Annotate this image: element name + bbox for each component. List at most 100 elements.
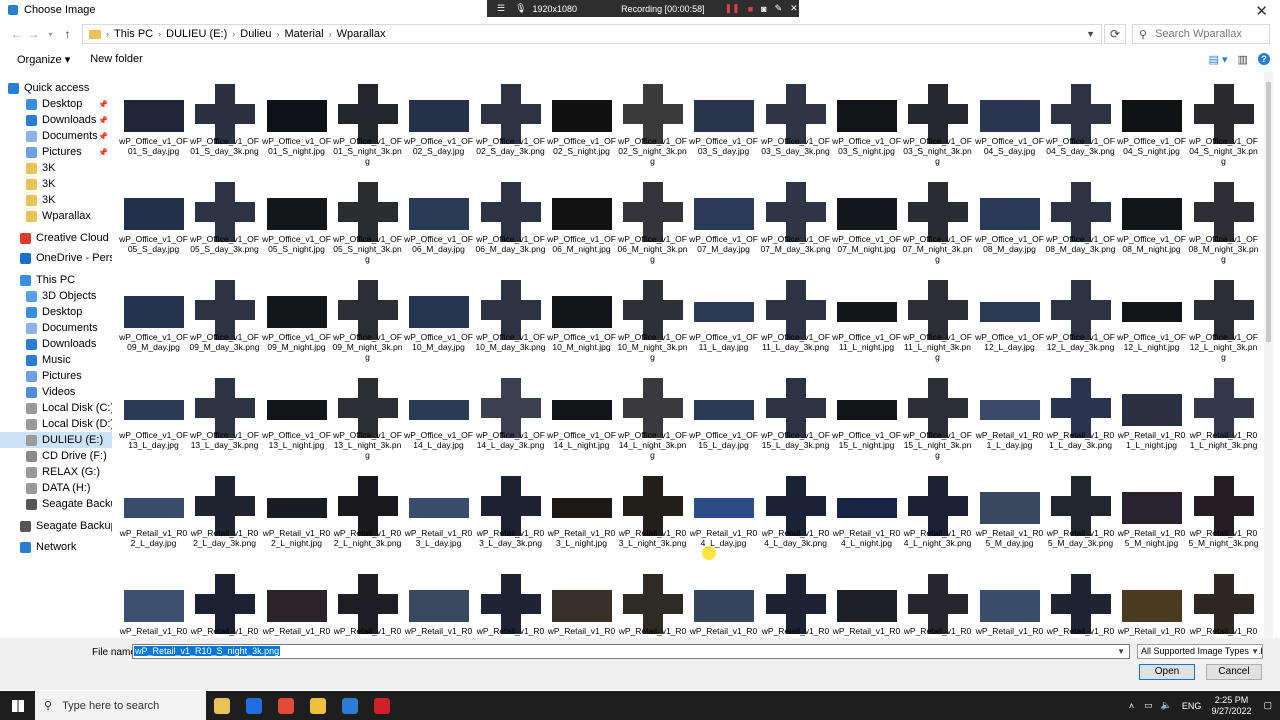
file-item[interactable]: wP_Office_v1_OF06_M_night_3k.png [617, 170, 688, 268]
file-item[interactable]: wP_Office_v1_OF11_L_night_3k.png [902, 268, 973, 366]
file-item[interactable]: wP_Office_v1_OF01_S_night.jpg [261, 72, 332, 170]
file-type-filter[interactable]: All Supported Image Types (*.bmp ▼ [1137, 644, 1263, 659]
microphone-icon[interactable]: 🎙 [515, 3, 526, 14]
up-arrow-icon[interactable]: ↑ [59, 27, 76, 41]
breadcrumb-dulieu-drive[interactable]: DULIEU (E:) [166, 28, 227, 40]
file-item[interactable]: wP_Retail_v1_R03_L_day.jpg [403, 464, 474, 562]
volume-icon[interactable]: 🔈 [1161, 700, 1172, 711]
pause-icon[interactable]: ❚❚ [725, 3, 740, 14]
file-item[interactable]: wP_Office_v1_OF12_L_night.jpg [1116, 268, 1187, 366]
file-item[interactable]: wP_Retail_v1_R07_M_day_3k.png [475, 562, 546, 638]
breadcrumb-material[interactable]: Material [284, 28, 323, 40]
file-item[interactable]: wP_Retail_v1_R08_S_day.jpg [688, 562, 759, 638]
file-item[interactable]: wP_Retail_v1_R01_L_day.jpg [974, 366, 1045, 464]
cancel-button[interactable]: Cancel [1206, 664, 1262, 680]
file-item[interactable]: wP_Office_v1_OF08_M_day.jpg [974, 170, 1045, 268]
file-item[interactable]: wP_Office_v1_OF07_M_night.jpg [831, 170, 902, 268]
file-item[interactable]: wP_Retail_v1_R02_L_day.jpg [118, 464, 189, 562]
taskbar-search[interactable]: ⚲ Type here to search [35, 691, 206, 720]
taskbar-app[interactable] [334, 691, 366, 720]
nav-item[interactable]: Creative Cloud Files [0, 230, 112, 246]
nav-item[interactable]: Desktop 📌 [0, 96, 112, 112]
file-name-input[interactable]: wP_Retail_v1_R10_S_night_3k.png ▼ [132, 644, 1130, 659]
recent-chevron-icon[interactable]: ▾ [42, 30, 59, 39]
nav-item[interactable]: 3K [0, 176, 112, 192]
file-item[interactable]: wP_Retail_v1_R08_S_day_3k.png [760, 562, 831, 638]
nav-item[interactable]: RELAX (G:) [0, 464, 112, 480]
nav-item[interactable]: Downloads [0, 336, 112, 352]
file-item[interactable]: wP_Retail_v1_R05_M_night_3k.png [1188, 464, 1259, 562]
taskbar-app[interactable] [238, 691, 270, 720]
nav-item[interactable]: Pictures [0, 368, 112, 384]
file-item[interactable]: wP_Office_v1_OF02_S_night_3k.png [617, 72, 688, 170]
address-dropdown-icon[interactable]: ▼ [1086, 29, 1095, 39]
file-item[interactable]: wP_Retail_v1_R05_M_night.jpg [1116, 464, 1187, 562]
file-item[interactable]: wP_Retail_v1_R03_L_day_3k.png [475, 464, 546, 562]
file-item[interactable]: wP_Office_v1_OF05_S_night.jpg [261, 170, 332, 268]
new-folder-button[interactable]: New folder [90, 53, 143, 65]
file-item[interactable]: wP_Retail_v1_R07_M_day.jpg [403, 562, 474, 638]
file-item[interactable]: wP_Office_v1_OF03_S_night_3k.png [902, 72, 973, 170]
file-item[interactable]: wP_Retail_v1_R08_S_night_3k.png [902, 562, 973, 638]
file-item[interactable]: wP_Retail_v1_R03_L_night_3k.png [617, 464, 688, 562]
file-item[interactable]: wP_Office_v1_OF10_M_day.jpg [403, 268, 474, 366]
file-item[interactable]: wP_Office_v1_OF09_M_day_3k.png [189, 268, 260, 366]
file-item[interactable]: wP_Office_v1_OF04_S_day_3k.png [1045, 72, 1116, 170]
file-item[interactable]: wP_Office_v1_OF03_S_night.jpg [831, 72, 902, 170]
file-item[interactable]: wP_Retail_v1_R07_M_night_3k.png [617, 562, 688, 638]
file-item[interactable]: wP_Office_v1_OF12_L_night_3k.png [1188, 268, 1259, 366]
search-box[interactable]: ⚲ Search Wparallax [1132, 24, 1270, 44]
nav-item[interactable]: DATA (H:) [0, 480, 112, 496]
file-item[interactable]: wP_Retail_v1_R06_M_night_3k.png [332, 562, 403, 638]
file-item[interactable]: wP_Retail_v1_R03_L_night.jpg [546, 464, 617, 562]
file-item[interactable]: wP_Office_v1_OF05_S_night_3k.png [332, 170, 403, 268]
nav-item[interactable]: Seagate Backup Plus [0, 518, 112, 534]
menu-icon[interactable]: ☰ [497, 3, 505, 14]
file-item[interactable]: wP_Office_v1_OF02_S_day_3k.png [475, 72, 546, 170]
file-item[interactable]: wP_Office_v1_OF05_S_day.jpg [118, 170, 189, 268]
clock[interactable]: 2:25 PM 9/27/2022 [1211, 695, 1251, 717]
nav-item[interactable]: Network [0, 539, 112, 555]
file-item[interactable]: wP_Office_v1_OF02_S_day.jpg [403, 72, 474, 170]
nav-item[interactable]: This PC [0, 272, 112, 288]
file-item[interactable]: wP_Retail_v1_R04_L_night.jpg [831, 464, 902, 562]
file-item[interactable]: wP_Retail_v1_R05_M_day.jpg [974, 464, 1045, 562]
nav-item[interactable]: CD Drive (F:) [0, 448, 112, 464]
nav-item[interactable]: Videos [0, 384, 112, 400]
taskbar-app[interactable] [366, 691, 398, 720]
stop-icon[interactable]: ■ [748, 4, 753, 14]
file-item[interactable]: wP_Office_v1_OF01_S_day.jpg [118, 72, 189, 170]
file-item[interactable]: wP_Office_v1_OF02_S_night.jpg [546, 72, 617, 170]
file-item[interactable]: wP_Office_v1_OF08_M_day_3k.png [1045, 170, 1116, 268]
file-item[interactable]: wP_Office_v1_OF13_L_night_3k.png [332, 366, 403, 464]
help-icon[interactable]: ? [1258, 53, 1270, 65]
tray-chevron-icon[interactable]: ˄ [1129, 701, 1134, 711]
notification-icon[interactable]: ▢ [1263, 700, 1272, 711]
nav-item[interactable]: Seagate Backup Plu [0, 496, 112, 512]
file-name-dropdown-icon[interactable]: ▼ [1117, 645, 1125, 658]
nav-item[interactable]: Desktop [0, 304, 112, 320]
nav-item[interactable]: 3K [0, 192, 112, 208]
nav-item[interactable]: Downloads 📌 [0, 112, 112, 128]
file-item[interactable]: wP_Office_v1_OF14_L_night.jpg [546, 366, 617, 464]
file-item[interactable]: wP_Retail_v1_R04_L_day_3k.png [760, 464, 831, 562]
breadcrumb-dulieu[interactable]: Dulieu [240, 28, 271, 40]
file-item[interactable]: wP_Office_v1_OF11_L_day_3k.png [760, 268, 831, 366]
file-item[interactable]: wP_Retail_v1_R04_L_night_3k.png [902, 464, 973, 562]
file-item[interactable]: wP_Office_v1_OF15_L_day.jpg [688, 366, 759, 464]
file-item[interactable]: wP_Retail_v1_R01_L_night_3k.png [1188, 366, 1259, 464]
file-item[interactable]: wP_Retail_v1_R09_S_day.jpg [974, 562, 1045, 638]
file-item[interactable]: wP_Retail_v1_R06_M_night.jpg [261, 562, 332, 638]
nav-item[interactable]: 3K [0, 160, 112, 176]
file-item[interactable]: wP_Office_v1_OF12_L_day.jpg [974, 268, 1045, 366]
file-item[interactable]: wP_Office_v1_OF04_S_night.jpg [1116, 72, 1187, 170]
vertical-scrollbar[interactable] [1264, 72, 1273, 638]
forward-arrow-icon[interactable]: → [25, 27, 42, 41]
file-item[interactable]: wP_Office_v1_OF10_M_night_3k.png [617, 268, 688, 366]
file-item[interactable]: wP_Retail_v1_R02_L_day_3k.png [189, 464, 260, 562]
scrollbar-thumb[interactable] [1266, 82, 1271, 342]
file-item[interactable]: wP_Office_v1_OF04_S_night_3k.png [1188, 72, 1259, 170]
file-item[interactable]: wP_Office_v1_OF09_M_night_3k.png [332, 268, 403, 366]
nav-item[interactable]: Quick access [0, 80, 112, 96]
open-button[interactable]: Open [1139, 664, 1195, 680]
